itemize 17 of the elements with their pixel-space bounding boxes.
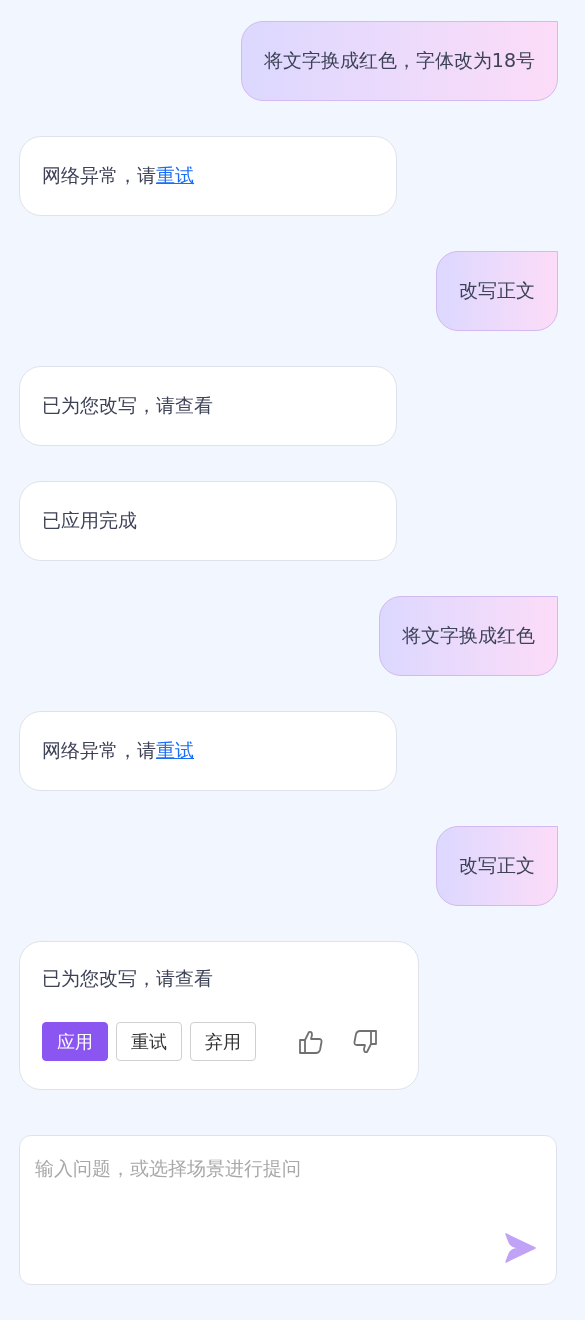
- user-message: 改写正文: [436, 251, 558, 331]
- thumbs-down-icon[interactable]: [352, 1028, 378, 1055]
- retry-link[interactable]: 重试: [156, 164, 194, 186]
- user-message: 将文字换成红色，字体改为18号: [240, 21, 558, 101]
- user-message: 改写正文: [436, 826, 558, 906]
- input-field[interactable]: 输入问题，或选择场景进行提问: [20, 1136, 556, 1284]
- reply-text: 网络异常，请重试: [42, 163, 195, 188]
- user-message: 将文字换成红色: [379, 596, 558, 676]
- reply-text: 已为您改写，请查看: [42, 966, 214, 991]
- apply-button[interactable]: 应用: [42, 1022, 108, 1061]
- reply-text: 已应用完成: [42, 508, 138, 533]
- thumbs-up-icon[interactable]: [298, 1028, 324, 1055]
- reply-text: 已为您改写，请查看: [42, 393, 214, 418]
- retry-link[interactable]: 重试: [156, 739, 194, 761]
- action-button[interactable]: 重试: [116, 1022, 182, 1061]
- action-button[interactable]: 弃用: [190, 1022, 256, 1061]
- reply-text: 网络异常，请重试: [42, 738, 195, 763]
